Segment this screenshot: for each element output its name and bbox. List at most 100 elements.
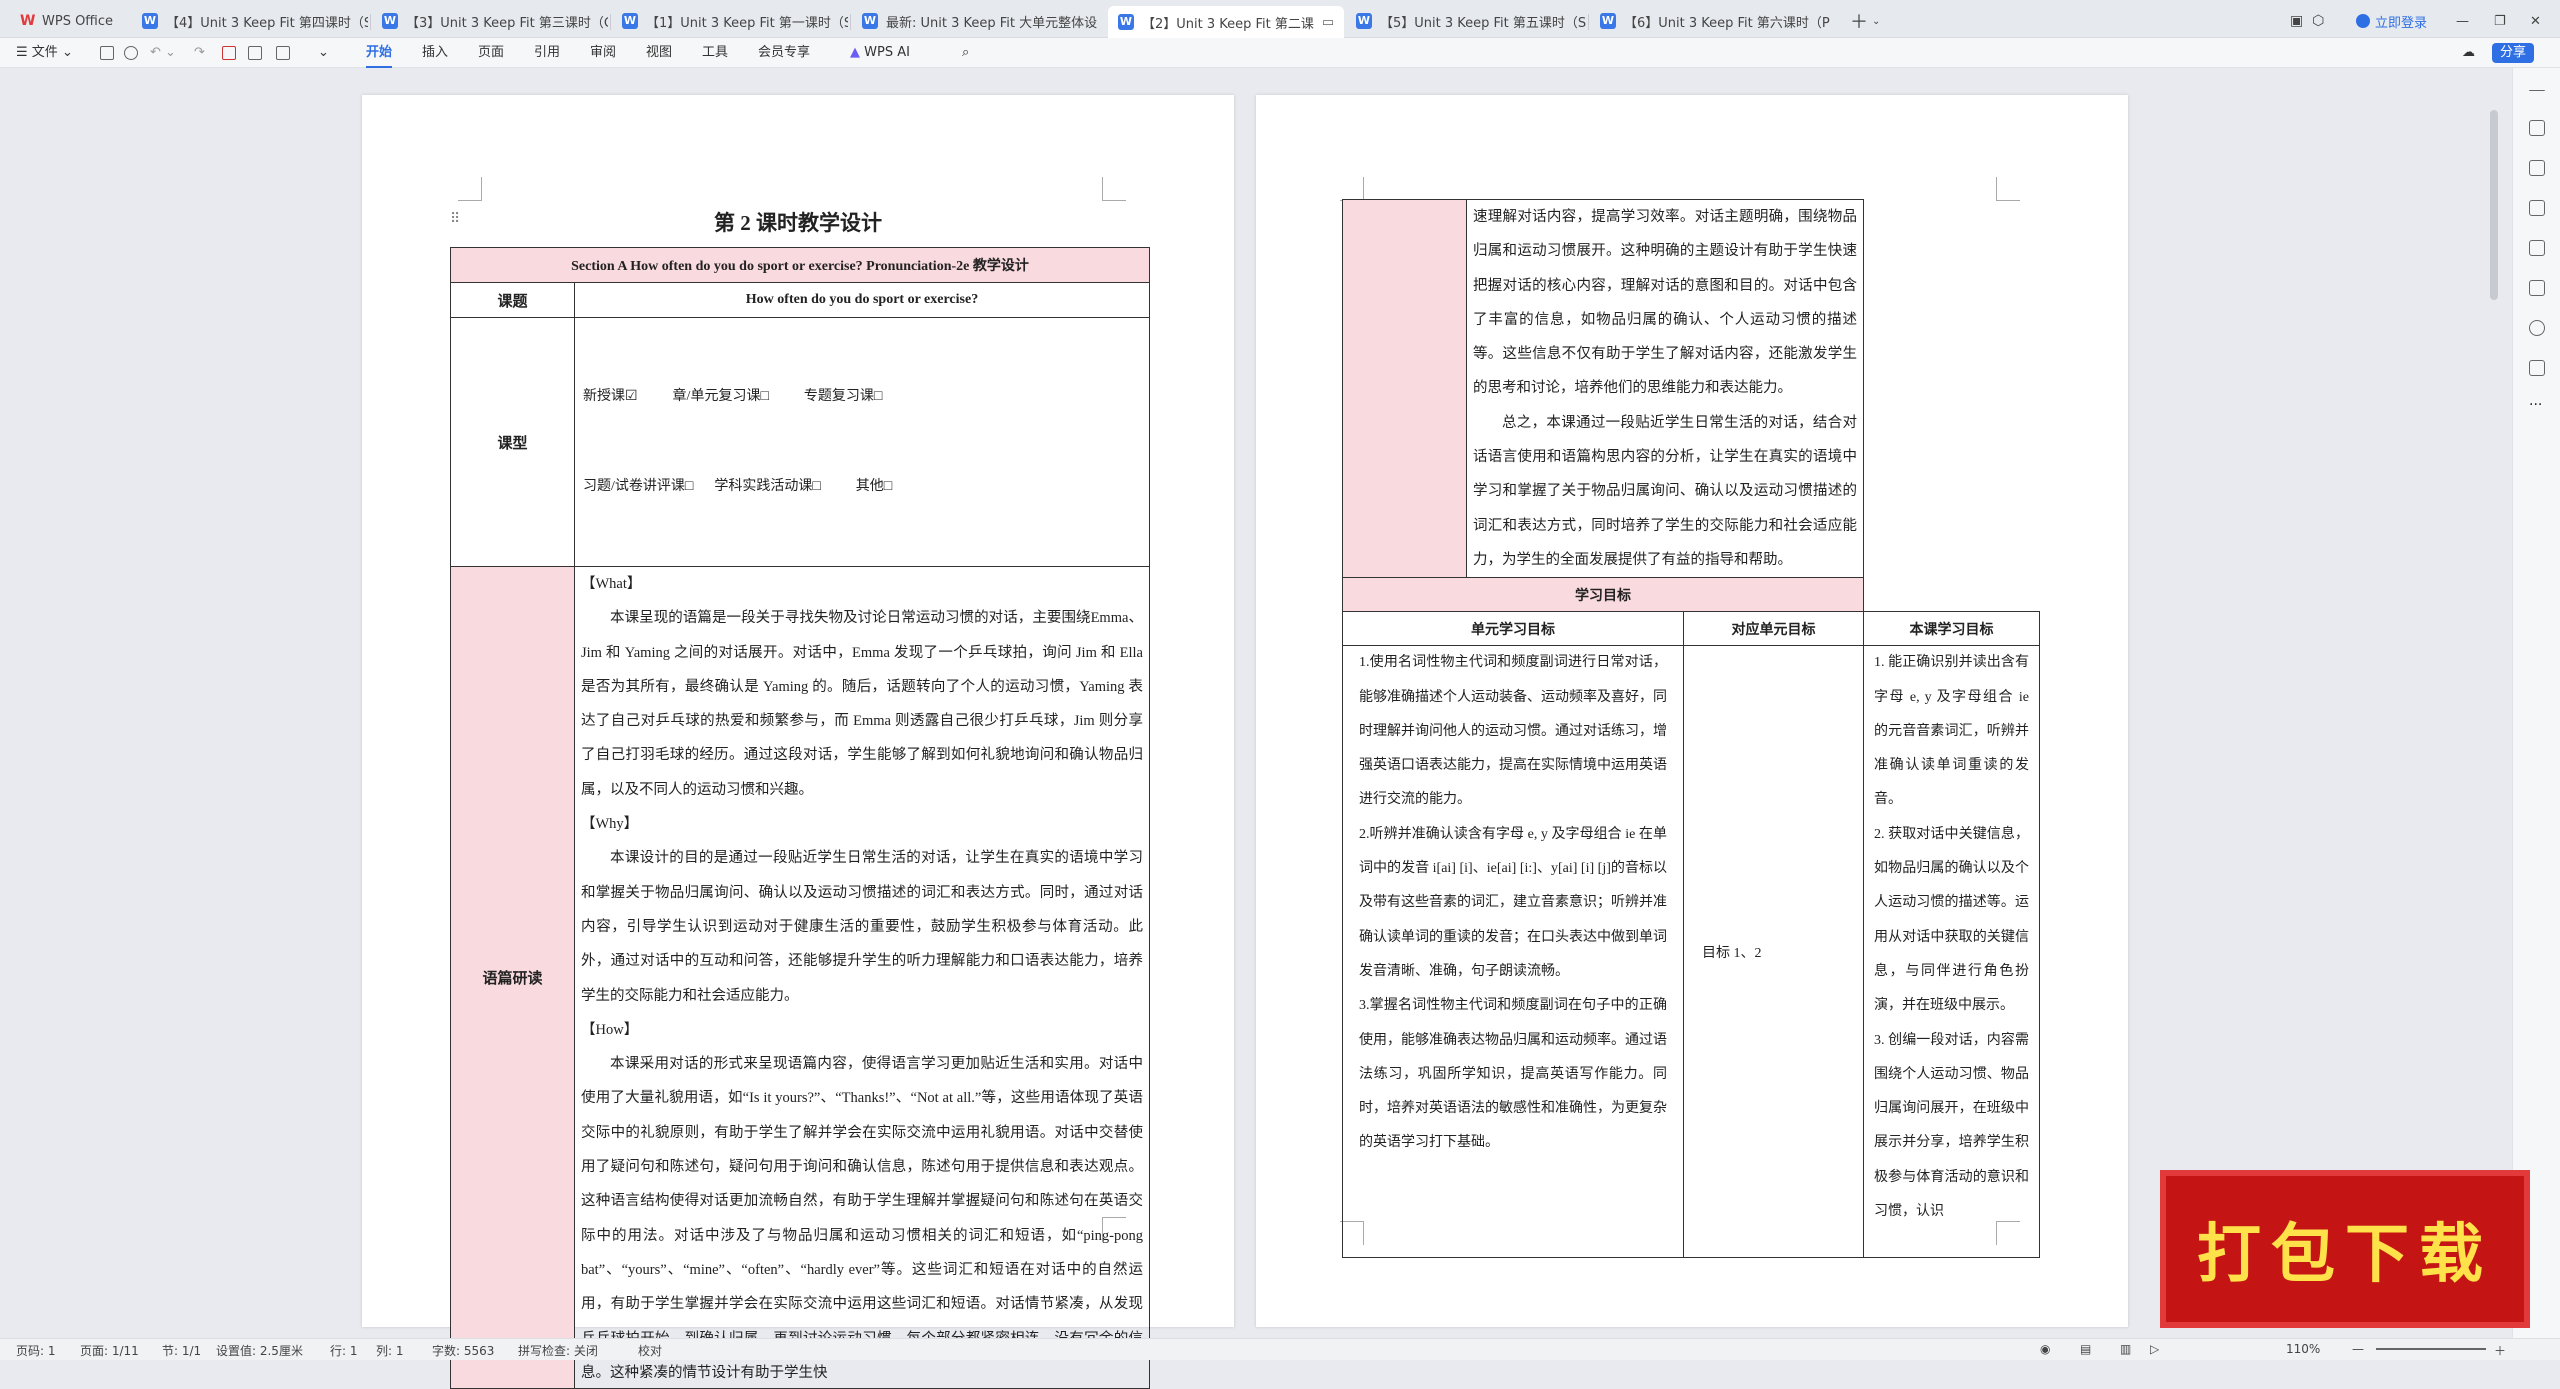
zoom-in-icon[interactable]: ＋	[2494, 1342, 2506, 1359]
lesson-design-table-continued: 速理解对话内容，提高学习效率。对话主题明确，围绕物品归属和运动习惯展开。这种明确…	[1342, 198, 2040, 1259]
image-icon[interactable]	[248, 46, 262, 60]
more-icon[interactable]: ···	[2529, 398, 2545, 416]
help-icon[interactable]	[2529, 320, 2545, 336]
print-icon[interactable]	[124, 46, 138, 60]
tab-document[interactable]: W 【5】Unit 3 Keep Fit 第五课时（Se	[1346, 6, 1586, 36]
image-edit-icon[interactable]	[2529, 240, 2545, 256]
close-tab-icon[interactable]: ✕	[1342, 15, 1344, 30]
word-doc-icon: W	[142, 13, 158, 29]
status-setting[interactable]: 设置值: 2.5厘米	[216, 1342, 303, 1359]
format-icon[interactable]	[276, 46, 290, 60]
mapped-goals-cell: 目标 1、2	[1683, 645, 1864, 1259]
more-chevron-icon[interactable]: ⌄	[318, 43, 329, 63]
monitor-icon: ▭	[1321, 14, 1335, 30]
tab-document[interactable]: W 【6】Unit 3 Keep Fit 第六课时（Pro	[1590, 6, 1830, 36]
tab-document[interactable]: W 【1】Unit 3 Keep Fit 第一课时（Se	[612, 6, 848, 36]
download-banner[interactable]: 打包下载	[2160, 1170, 2530, 1328]
export-pdf-icon[interactable]	[222, 46, 236, 60]
window-icons: ▣ ⬡	[2280, 6, 2330, 36]
undo-icon[interactable]: ↶ ⌄	[150, 43, 176, 63]
status-words[interactable]: 字数: 5563	[432, 1342, 494, 1359]
chevron-down-icon: ⌄	[1872, 15, 1880, 27]
close-window-button[interactable]: ✕	[2520, 6, 2554, 36]
web-view-icon[interactable]: ▥	[2120, 1342, 2131, 1356]
pointer-icon[interactable]	[2529, 160, 2545, 176]
redo-icon[interactable]: ↷	[194, 43, 205, 63]
menu-review[interactable]: 审阅	[590, 43, 616, 63]
unit-goal: 2.听辨并准确认读含有字母 e, y 及字母组合 ie 在单词中的发音 i[ai…	[1359, 826, 1667, 979]
wps-ai-button[interactable]: ▲ WPS AI	[850, 43, 910, 63]
save-icon[interactable]	[100, 46, 114, 60]
word-doc-icon: W	[382, 13, 398, 29]
search-icon[interactable]: ⌕	[962, 43, 969, 63]
section-heading: 【What】	[581, 576, 642, 592]
vertical-scrollbar[interactable]	[2490, 110, 2498, 300]
unit-goal: 1.使用名词性物主代词和频度副词进行日常对话，能够准确描述个人运动装备、运动频率…	[1359, 655, 1667, 808]
paragraph: 本课呈现的语篇是一段关于寻找失物及讨论日常运动习惯的对话，主要围绕Emma、Ji…	[581, 610, 1143, 798]
menu-page[interactable]: 页面	[478, 43, 504, 63]
unit-goal: 3.掌握名词性物主代词和频度副词在句子中的正确使用，能够准确表达物品归属和运动频…	[1359, 998, 1667, 1151]
tab-document[interactable]: W 最新: Unit 3 Keep Fit 大单元整体设	[852, 6, 1106, 36]
lesson-goal: 1. 能正确识别并读出含有字母 e, y 及字母组合 ie 的元音音素词汇，听辨…	[1874, 655, 2029, 808]
word-doc-icon: W	[1600, 13, 1616, 29]
document-page-1: ⠿ 第 2 课时教学设计 Section A How often do you …	[362, 95, 1234, 1389]
section-heading: 【How】	[581, 1021, 639, 1038]
edit-icon[interactable]	[2529, 120, 2545, 136]
status-pages[interactable]: 页面: 1/11	[80, 1342, 139, 1359]
unit-goals-cell: 1.使用名词性物主代词和频度副词进行日常对话，能够准确描述个人运动装备、运动频率…	[1342, 645, 1684, 1259]
play-icon[interactable]: ▷	[2150, 1342, 2159, 1356]
menu-tools[interactable]: 工具	[702, 43, 728, 63]
zoom-out-icon[interactable]: —	[2352, 1342, 2364, 1356]
status-proof[interactable]: 校对	[638, 1342, 662, 1359]
analysis-body-continued: 速理解对话内容，提高学习效率。对话主题明确，围绕物品归属和运动习惯展开。这种明确…	[1466, 198, 1864, 579]
word-doc-icon: W	[1356, 13, 1372, 29]
lesson-type-line: 新授课☑ 章/单元复习课□ 专题复习课□	[583, 389, 883, 404]
eye-icon[interactable]: ◉	[2040, 1342, 2050, 1356]
document-page-2: 速理解对话内容，提高学习效率。对话主题明确，围绕物品归属和运动习惯展开。这种明确…	[1256, 95, 2128, 1327]
tab-document-active[interactable]: W【2】Unit 3 Keep Fit 第二课▭✕	[1108, 6, 1344, 38]
paragraph: 速理解对话内容，提高学习效率。对话主题明确，围绕物品归属和运动习惯展开。这种明确…	[1473, 209, 1857, 397]
login-button[interactable]: 立即登录	[2346, 6, 2446, 36]
lesson-type-options: 新授课☑ 章/单元复习课□ 专题复习课□ 习题/试卷讲评课□ 学科实践活动课□ …	[574, 317, 1150, 567]
wps-logo-icon: W	[20, 13, 36, 29]
status-row: 行: 1	[330, 1344, 358, 1358]
word-doc-icon: W	[1118, 14, 1134, 30]
topic-label: 课题	[450, 282, 575, 318]
word-doc-icon: W	[862, 13, 878, 29]
table-header: Section A How often do you do sport or e…	[450, 247, 1150, 283]
menu-references[interactable]: 引用	[534, 43, 560, 63]
minimize-button[interactable]: —	[2446, 6, 2480, 36]
tab-document[interactable]: W 【3】Unit 3 Keep Fit 第三课时（Gra	[372, 6, 608, 36]
page-view-icon[interactable]: ▤	[2080, 1342, 2091, 1356]
settings-icon[interactable]	[2529, 200, 2545, 216]
menu-view[interactable]: 视图	[646, 43, 672, 63]
ai-icon: ▲	[850, 45, 860, 60]
layout-icon[interactable]: ▣	[2290, 13, 2303, 29]
column-header: 单元学习目标	[1342, 611, 1684, 647]
tab-wps-office[interactable]: W WPS Office	[10, 6, 130, 36]
analysis-body: 【What】 本课呈现的语篇是一段关于寻找失物及讨论日常运动习惯的对话，主要围绕…	[574, 566, 1150, 1389]
menu-start[interactable]: 开始	[366, 43, 393, 68]
tools-icon[interactable]	[2529, 280, 2545, 296]
collapse-icon[interactable]	[2529, 90, 2545, 92]
user-icon	[2356, 14, 2370, 28]
lesson-type-label: 课型	[450, 317, 575, 567]
status-section: 节: 1/1	[162, 1344, 202, 1358]
zoom-slider[interactable]	[2376, 1348, 2486, 1350]
share-button[interactable]: 分享	[2492, 43, 2535, 63]
file-menu[interactable]: ☰ 文件 ⌄	[16, 43, 73, 63]
cube-icon[interactable]: ⬡	[2312, 13, 2324, 29]
cloud-icon[interactable]: ☁	[2462, 43, 2475, 63]
maximize-button[interactable]: ❐	[2484, 6, 2518, 36]
shield-icon[interactable]	[2529, 360, 2545, 376]
menu-insert[interactable]: 插入	[422, 43, 448, 63]
status-col: 列: 1	[376, 1344, 404, 1358]
zoom-value[interactable]: 110%	[2286, 1342, 2320, 1356]
lesson-design-table: Section A How often do you do sport or e…	[450, 247, 1150, 1389]
tab-document[interactable]: W 【4】Unit 3 Keep Fit 第四课时（Se	[132, 6, 368, 36]
menu-member[interactable]: 会员专享	[758, 43, 810, 63]
new-tab-button[interactable]: ＋ ⌄	[1840, 6, 1880, 36]
lesson-goals-cell: 1. 能正确识别并读出含有字母 e, y 及字母组合 ie 的元音音素词汇，听辨…	[1863, 645, 2040, 1259]
paragraph: 本课设计的目的是通过一段贴近学生日常生活的对话，让学生在真实的语境中学习和掌握关…	[581, 850, 1143, 1004]
status-spellcheck[interactable]: 拼写检查: 关闭	[518, 1342, 598, 1359]
